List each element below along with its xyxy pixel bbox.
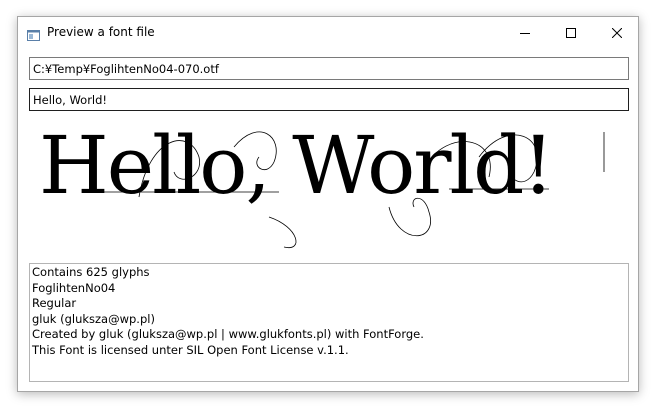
minimize-icon xyxy=(520,23,530,42)
maximize-icon xyxy=(566,23,576,42)
preview-text: Hello, World! xyxy=(39,119,554,212)
minimize-button[interactable] xyxy=(502,17,548,47)
app-window: Preview a font file C:¥Temp¥FoglihtenNo0… xyxy=(17,16,639,392)
info-family-name: FoglihtenNo04 xyxy=(32,280,116,295)
title-bar[interactable]: Preview a font file xyxy=(18,17,638,47)
info-designer: gluk (gluksza@wp.pl) xyxy=(32,311,155,326)
info-style: Regular xyxy=(32,296,77,310)
close-icon xyxy=(611,23,623,42)
sample-text-input[interactable]: Hello, World! xyxy=(29,88,629,111)
close-button[interactable] xyxy=(594,17,640,47)
font-info-box[interactable]: Contains 625 glyphs FoglihtenNo04 Regula… xyxy=(29,263,629,382)
maximize-button[interactable] xyxy=(548,17,594,47)
window-title: Preview a font file xyxy=(47,25,155,39)
info-glyph-count: Contains 625 glyphs xyxy=(32,265,150,279)
font-preview-area: Hello, World! xyxy=(29,117,629,257)
info-description: Created by gluk (gluksza@wp.pl | www.glu… xyxy=(32,327,424,341)
font-path-input[interactable]: C:¥Temp¥FoglihtenNo04-070.otf xyxy=(29,57,629,80)
info-license: This Font is licensed unter SIL Open Fon… xyxy=(32,342,349,357)
window-app-icon xyxy=(27,26,40,41)
